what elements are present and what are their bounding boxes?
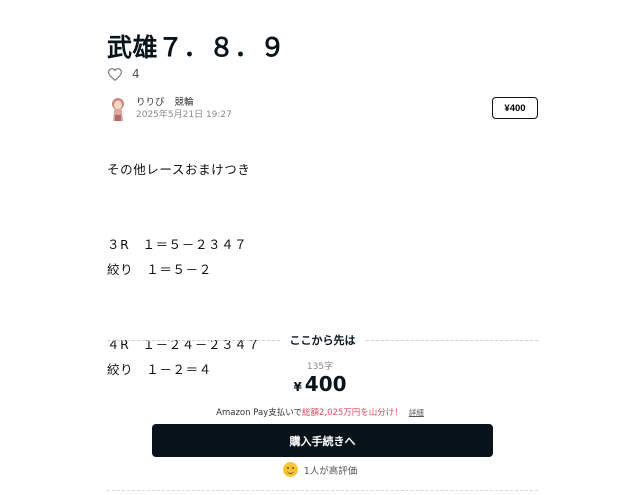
body-line [107,182,547,207]
like-count: 4 [132,67,140,81]
purchase-button[interactable]: 購入手続きへ [152,424,493,457]
avatar[interactable] [108,97,128,121]
divider-line [107,339,280,341]
heart-icon[interactable] [108,67,122,81]
bottom-divider [107,490,538,491]
body-line: 絞り １＝５－２ [107,262,212,277]
smile-icon [282,462,298,477]
paywall-label: ここから先は [279,332,366,348]
promo-detail-link[interactable]: 詳細 [409,408,424,417]
article-title: 武雄７．８．９ [107,33,286,62]
body-line [107,207,547,232]
author-info: りりび 競輪 2025年5月21日 19:27 [108,96,232,121]
char-count: 135字 [306,362,334,372]
promo-highlight: 総額2,025万円を山分け！ [301,408,403,418]
payment-promo: Amazon Pay支払いで総額2,025万円を山分け！ 詳細 [0,406,640,418]
body-line: ３R １＝５－２３４７ [107,237,248,252]
rating-text: 1人が高評価 [303,465,358,477]
price-amount: 400 [304,372,347,396]
rating-row: 1人が高評価 [0,462,640,477]
price-button[interactable]: ¥400 [492,97,538,119]
paywall-divider: ここから先は [107,332,538,348]
currency-symbol: ¥ [293,380,302,394]
article-body: その他レースおまけつき ３R １＝５－２３４７ 絞り １＝５－２ ４R １－２４… [107,157,547,382]
promo-text: Amazon Pay支払いで [216,408,302,418]
author-category: 競輪 [174,97,194,108]
author-name[interactable]: りりび [136,97,165,108]
divider-line [365,339,538,341]
like-row: 4 [108,67,140,81]
post-date: 2025年5月21日 19:27 [136,110,232,120]
paywall-price: ¥400 [0,372,640,396]
body-line: その他レースおまけつき [107,162,251,177]
